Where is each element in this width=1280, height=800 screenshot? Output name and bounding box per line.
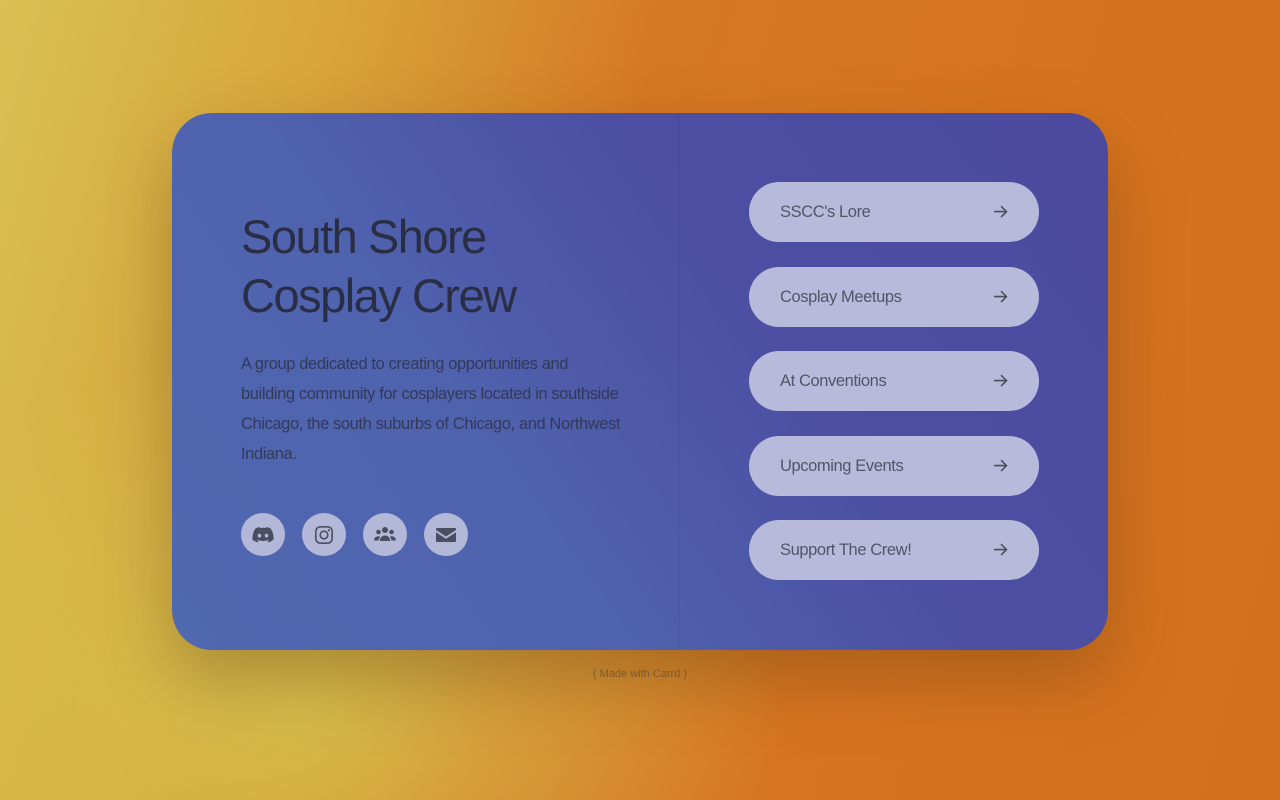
link-label: Upcoming Events <box>780 456 904 475</box>
link-support-the-crew[interactable]: Support The Crew! <box>749 520 1039 580</box>
arrow-right-icon <box>994 459 1008 472</box>
page-title: South Shore Cosplay Crew <box>241 207 661 325</box>
title-line-1: South Shore <box>241 210 487 263</box>
link-upcoming-events[interactable]: Upcoming Events <box>749 436 1039 496</box>
link-cosplay-meetups[interactable]: Cosplay Meetups <box>749 267 1039 327</box>
link-label: Cosplay Meetups <box>780 287 902 306</box>
envelope-icon <box>436 527 456 542</box>
profile-card: South Shore Cosplay Crew A group dedicat… <box>172 113 1108 650</box>
instagram-button[interactable] <box>302 513 346 556</box>
made-with-carrd-link[interactable]: ( Made with Carrd ) <box>0 668 1280 680</box>
discord-icon <box>252 526 274 542</box>
group-button[interactable] <box>363 513 407 556</box>
email-button[interactable] <box>424 513 468 556</box>
social-icons <box>241 513 468 556</box>
description: A group dedicated to creating opportunit… <box>241 355 621 463</box>
title-line-2: Cosplay Crew <box>241 269 517 322</box>
arrow-right-icon <box>994 374 1008 387</box>
link-sscc-lore[interactable]: SSCC's Lore <box>749 182 1039 242</box>
arrow-right-icon <box>994 290 1008 303</box>
link-label: At Conventions <box>780 371 887 390</box>
instagram-icon <box>315 525 333 544</box>
arrow-right-icon <box>994 543 1008 556</box>
card-divider <box>679 113 680 650</box>
discord-button[interactable] <box>241 513 285 556</box>
link-at-conventions[interactable]: At Conventions <box>749 351 1039 411</box>
arrow-right-icon <box>994 205 1008 218</box>
link-label: SSCC's Lore <box>780 202 871 221</box>
group-icon <box>374 526 396 541</box>
link-label: Support The Crew! <box>780 540 912 559</box>
